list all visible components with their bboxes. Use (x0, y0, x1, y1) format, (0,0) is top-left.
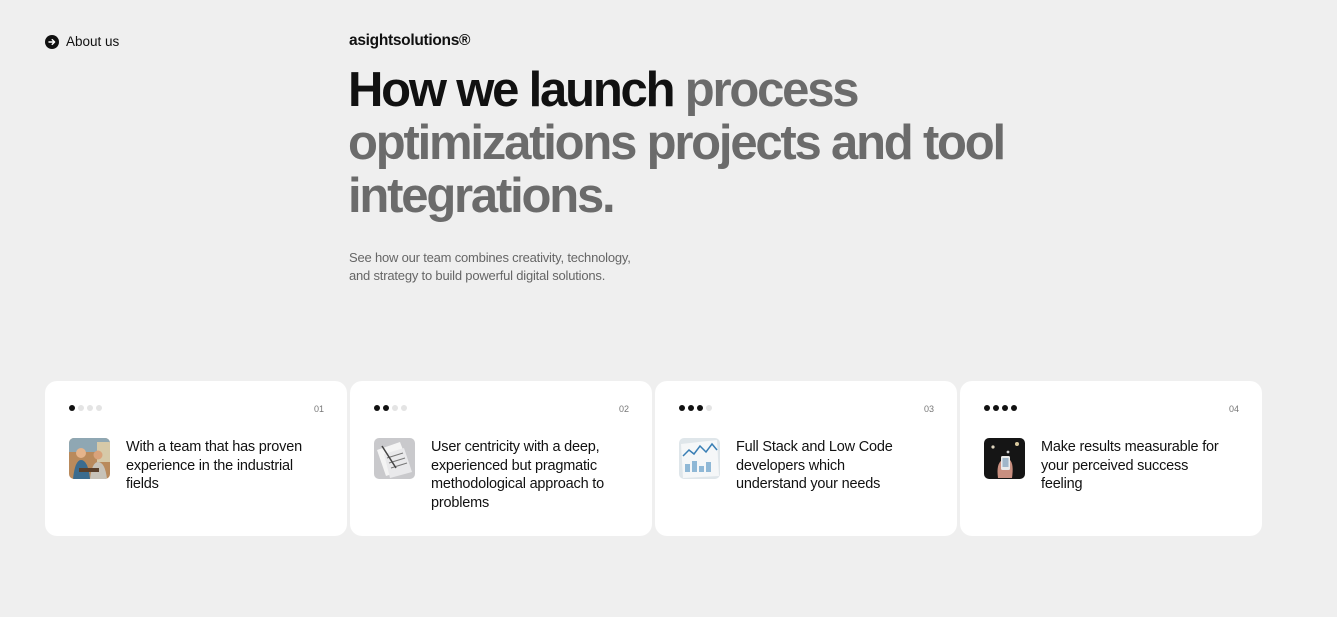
step-number: 01 (313, 404, 324, 414)
feature-cards: 01 With a team that has proven experienc… (45, 381, 1262, 536)
step-number: 03 (923, 404, 934, 414)
title-dark-part: How we launch (348, 63, 676, 117)
brand-logo[interactable]: asightsolutions® (349, 32, 470, 50)
progress-dots (374, 405, 407, 411)
card-text: User centricity with a deep, experienced… (431, 439, 604, 511)
about-us-label: About us (66, 34, 120, 49)
documents-photo (374, 438, 415, 479)
feature-card-2[interactable]: 02 User centricity with a deep, experien… (350, 381, 652, 536)
feature-card-1[interactable]: 01 With a team that has proven experienc… (45, 381, 347, 536)
arrow-circle-icon (45, 34, 59, 49)
feature-card-4[interactable]: 04 Make results measurable for your perc… (960, 381, 1262, 536)
about-us-link[interactable]: About us (45, 34, 119, 49)
step-number: 04 (1228, 404, 1239, 414)
page-title: How we launch process optimizations proj… (348, 64, 1048, 223)
card-text: With a team that has proven experience i… (126, 439, 302, 493)
progress-dots (679, 405, 712, 411)
step-number: 02 (618, 404, 629, 414)
progress-dots (69, 405, 102, 411)
subtitle-line-1: See how our team combines creativity, te… (349, 250, 631, 265)
subtitle-line-2: and strategy to build powerful digital s… (349, 268, 606, 283)
feature-card-3[interactable]: 03 Full Stack and Low Code developers wh… (655, 381, 957, 536)
progress-dots (984, 405, 1017, 411)
phone-photo (984, 438, 1025, 479)
card-text: Make results measurable for your perceiv… (1041, 439, 1219, 493)
page-subtitle: See how our team combines creativity, te… (349, 249, 649, 285)
team-photo (69, 438, 110, 479)
card-text: Full Stack and Low Code developers which… (736, 439, 893, 493)
analytics-photo (679, 438, 720, 479)
